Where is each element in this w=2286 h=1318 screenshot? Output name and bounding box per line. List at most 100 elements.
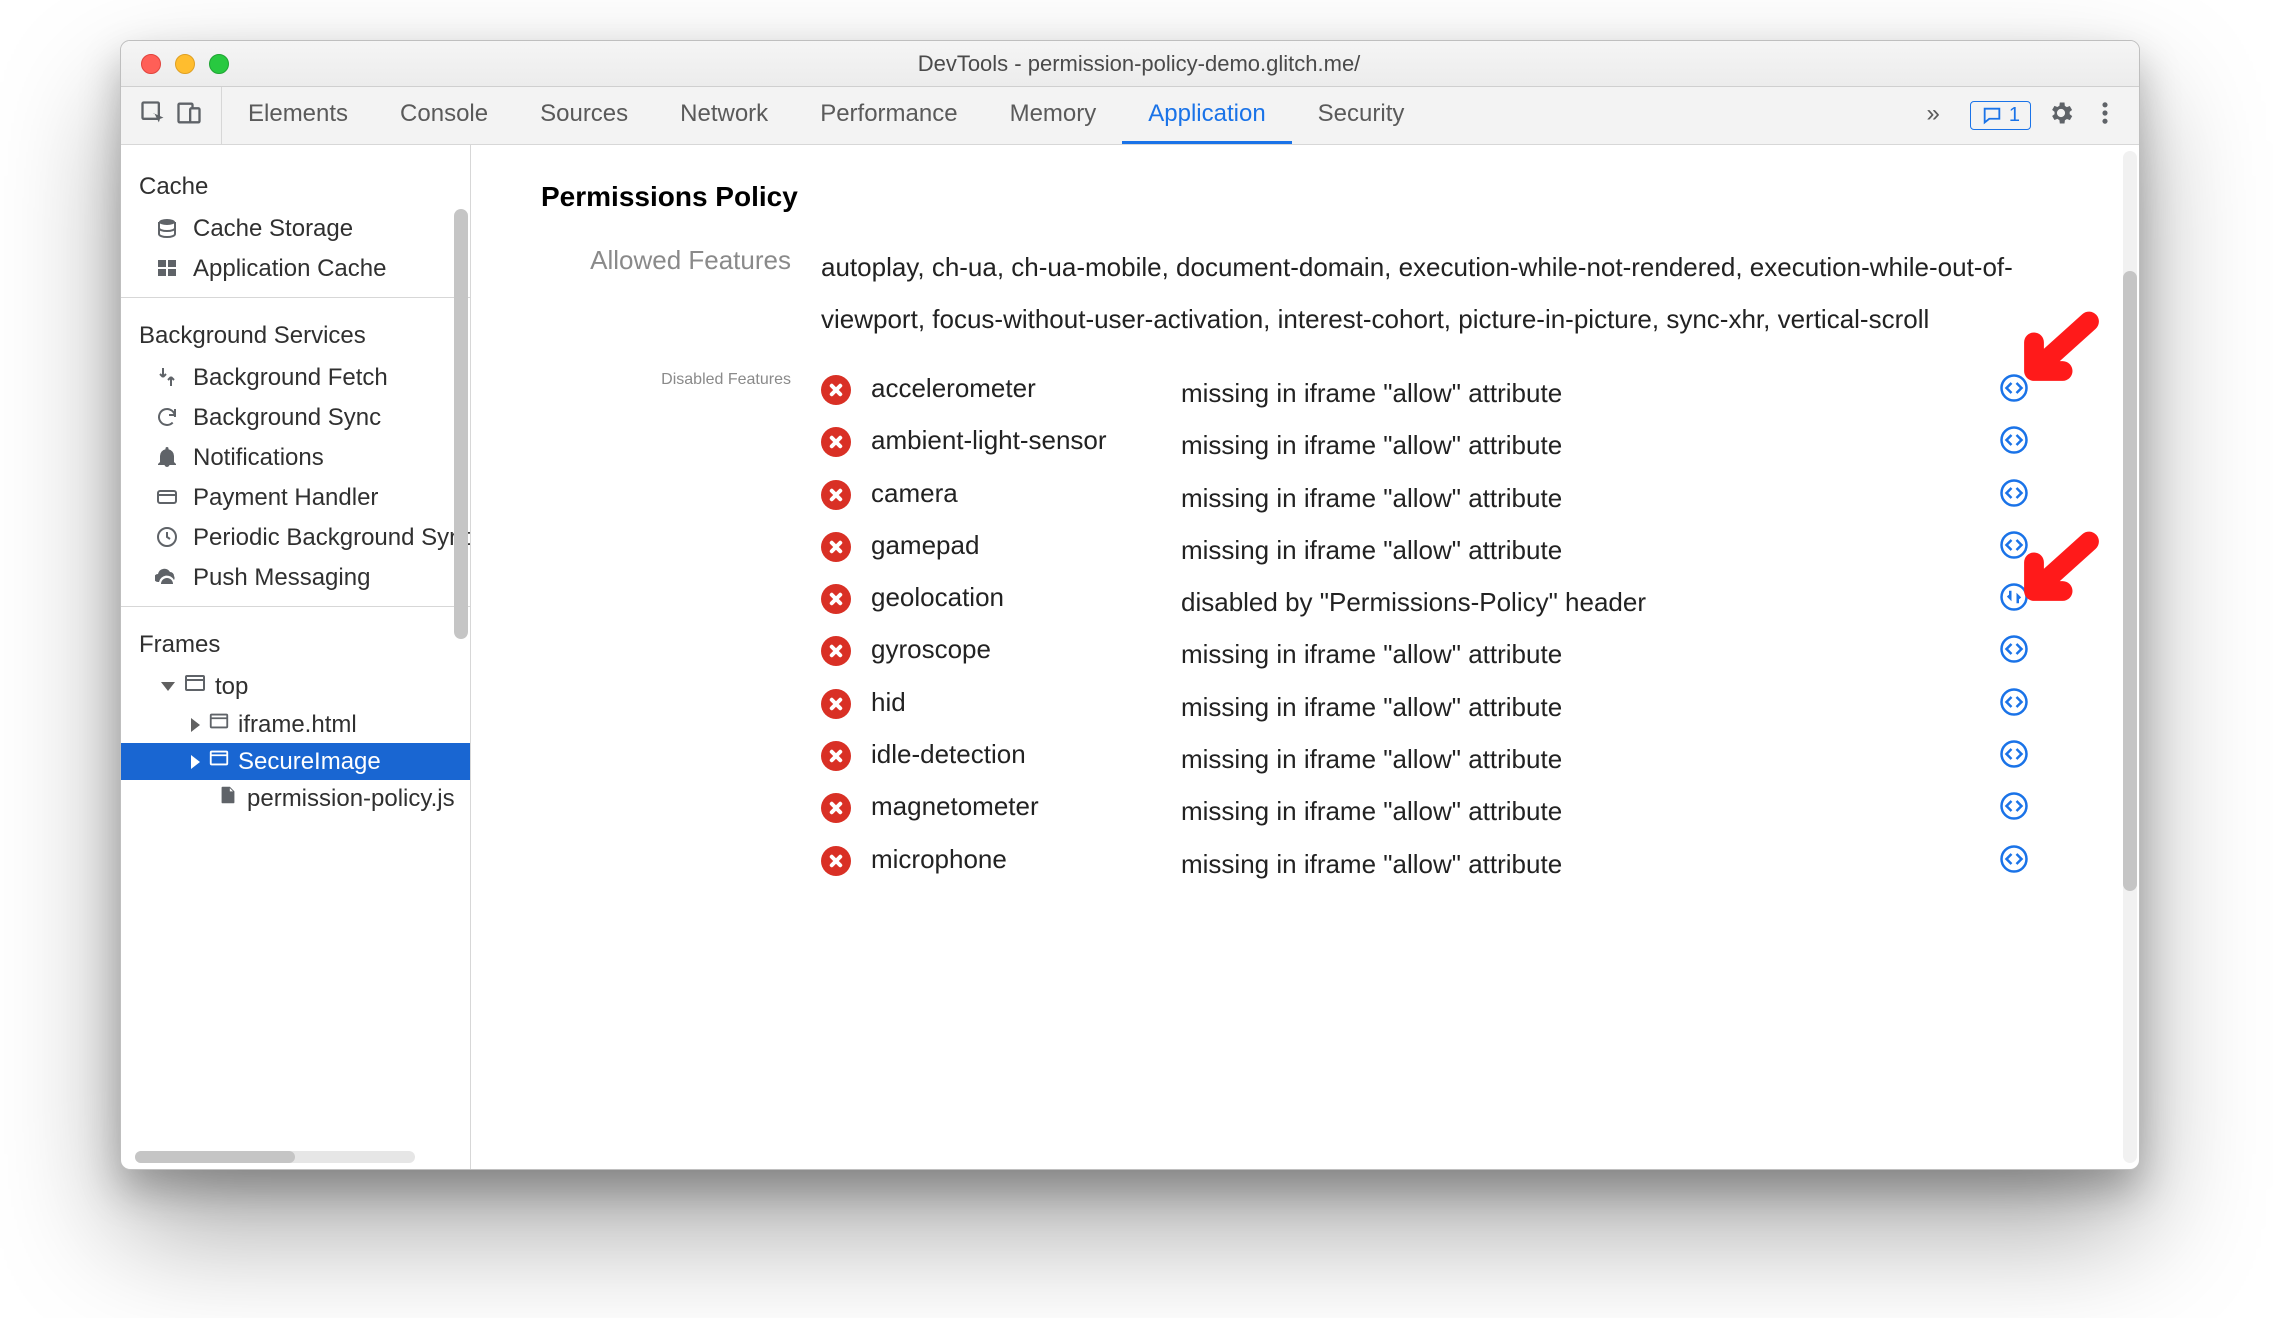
tab-sources[interactable]: Sources	[514, 87, 654, 144]
annotation-arrow-1	[2001, 305, 2111, 420]
feature-reason: disabled by "Permissions-Policy" header	[1181, 582, 1989, 622]
error-icon	[821, 427, 851, 457]
frame-icon	[208, 747, 230, 776]
feature-name: accelerometer	[871, 373, 1171, 404]
sidebar-horizontal-scrollbar[interactable]	[135, 1151, 415, 1163]
push-messaging-icon	[155, 565, 181, 591]
error-icon	[821, 375, 851, 405]
sidebar-item-payment-handler[interactable]: Payment Handler	[121, 478, 470, 518]
reveal-element-icon[interactable]	[1999, 425, 2079, 455]
zoom-window-button[interactable]	[209, 54, 229, 74]
feature-name: magnetometer	[871, 791, 1171, 822]
tab-security[interactable]: Security	[1292, 87, 1431, 144]
tab-network[interactable]: Network	[654, 87, 794, 144]
tab-performance[interactable]: Performance	[794, 87, 983, 144]
annotation-arrow-2	[2001, 525, 2111, 640]
feature-name: gamepad	[871, 530, 1171, 561]
error-icon	[821, 480, 851, 510]
sidebar-section-frames: Frames	[121, 615, 470, 667]
titlebar: DevTools - permission-policy-demo.glitch…	[121, 41, 2139, 87]
feature-name: ambient-light-sensor	[871, 425, 1171, 456]
sidebar-item-background-fetch[interactable]: Background Fetch	[121, 358, 470, 398]
disabled-feature-row: gyroscopemissing in iframe "allow" attri…	[821, 628, 2079, 680]
disabled-features-label: Disabled Features	[541, 367, 791, 890]
reveal-element-icon[interactable]	[1999, 739, 2079, 769]
sidebar-section-background-services: Background Services	[121, 306, 470, 358]
close-window-button[interactable]	[141, 54, 161, 74]
chevron-right-icon	[191, 755, 200, 769]
feedback-button[interactable]: 1	[1970, 101, 2031, 130]
reveal-element-icon[interactable]	[1999, 478, 2079, 508]
feature-reason: missing in iframe "allow" attribute	[1181, 791, 1989, 831]
kebab-menu-icon[interactable]	[2091, 99, 2119, 132]
payment-handler-icon	[155, 485, 181, 511]
sidebar-item-application-cache[interactable]: Application Cache	[121, 249, 470, 289]
disabled-feature-row: geolocation disabled by "Permissions-Poli…	[821, 576, 2079, 628]
error-icon	[821, 793, 851, 823]
file-icon	[217, 784, 239, 813]
application-cache-icon	[155, 256, 181, 282]
feedback-count: 1	[2009, 104, 2020, 127]
tabs-overflow[interactable]: »	[1913, 100, 1954, 131]
main-scrollbar[interactable]	[2123, 151, 2137, 1163]
tab-application[interactable]: Application	[1122, 87, 1291, 144]
feature-reason: missing in iframe "allow" attribute	[1181, 478, 1989, 518]
frame-item-permission-policy-js[interactable]: permission-policy.js	[121, 780, 470, 817]
tabs-row: ElementsConsoleSourcesNetworkPerformance…	[121, 87, 2139, 145]
chevron-down-icon	[161, 682, 175, 691]
main-panel: Permissions Policy Allowed Features auto…	[471, 145, 2139, 1169]
error-icon	[821, 584, 851, 614]
background-fetch-icon	[155, 365, 181, 391]
frame-item-secureimage[interactable]: SecureImage	[121, 743, 470, 780]
window-title: DevTools - permission-policy-demo.glitch…	[229, 51, 2139, 77]
disabled-feature-row: accelerometermissing in iframe "allow" a…	[821, 367, 2079, 419]
cache-storage-icon	[155, 216, 181, 242]
allowed-features-label: Allowed Features	[541, 241, 791, 345]
inspect-element-icon[interactable]	[139, 99, 167, 132]
error-icon	[821, 636, 851, 666]
error-icon	[821, 741, 851, 771]
minimize-window-button[interactable]	[175, 54, 195, 74]
frame-top[interactable]: top	[121, 667, 470, 706]
disabled-feature-row: ambient-light-sensormissing in iframe "a…	[821, 419, 2079, 471]
feature-name: microphone	[871, 844, 1171, 875]
feature-reason: missing in iframe "allow" attribute	[1181, 530, 1989, 570]
error-icon	[821, 532, 851, 562]
window-icon	[183, 671, 207, 702]
background-sync-icon	[155, 405, 181, 431]
device-toolbar-icon[interactable]	[175, 99, 203, 132]
chevron-right-icon	[191, 718, 200, 732]
disabled-feature-row: magnetometer missing in iframe "allow" at…	[821, 785, 2079, 837]
frame-top-label: top	[215, 673, 248, 701]
devtools-window: DevTools - permission-policy-demo.glitch…	[120, 40, 2140, 1170]
tab-memory[interactable]: Memory	[984, 87, 1123, 144]
sidebar-scrollbar[interactable]	[454, 209, 468, 639]
sidebar: Cache Cache StorageApplication Cache Bac…	[121, 145, 471, 1169]
tab-console[interactable]: Console	[374, 87, 514, 144]
frame-item-iframe-html[interactable]: iframe.html	[121, 706, 470, 743]
sidebar-item-background-sync[interactable]: Background Sync	[121, 398, 470, 438]
notifications-icon	[155, 445, 181, 471]
feature-reason: missing in iframe "allow" attribute	[1181, 739, 1989, 779]
disabled-feature-row: gamepad missing in iframe "allow" attribu…	[821, 524, 2079, 576]
error-icon	[821, 846, 851, 876]
feature-name: geolocation	[871, 582, 1171, 613]
periodic-background-sync-icon	[155, 525, 181, 551]
feature-reason: missing in iframe "allow" attribute	[1181, 634, 1989, 674]
disabled-feature-row: camera missing in iframe "allow" attribut…	[821, 472, 2079, 524]
frame-icon	[208, 710, 230, 739]
disabled-feature-row: hidmissing in iframe "allow" attribute	[821, 681, 2079, 733]
feature-name: idle-detection	[871, 739, 1171, 770]
feature-name: hid	[871, 687, 1171, 718]
reveal-element-icon[interactable]	[1999, 791, 2079, 821]
sidebar-item-cache-storage[interactable]: Cache Storage	[121, 209, 470, 249]
settings-icon[interactable]	[2047, 99, 2075, 132]
feature-name: camera	[871, 478, 1171, 509]
disabled-feature-row: microphonemissing in iframe "allow" attr…	[821, 838, 2079, 890]
tab-elements[interactable]: Elements	[222, 87, 374, 144]
sidebar-item-periodic-background-sync[interactable]: Periodic Background Sync	[121, 518, 470, 558]
sidebar-item-notifications[interactable]: Notifications	[121, 438, 470, 478]
reveal-element-icon[interactable]	[1999, 687, 2079, 717]
reveal-element-icon[interactable]	[1999, 844, 2079, 874]
sidebar-item-push-messaging[interactable]: Push Messaging	[121, 558, 470, 598]
